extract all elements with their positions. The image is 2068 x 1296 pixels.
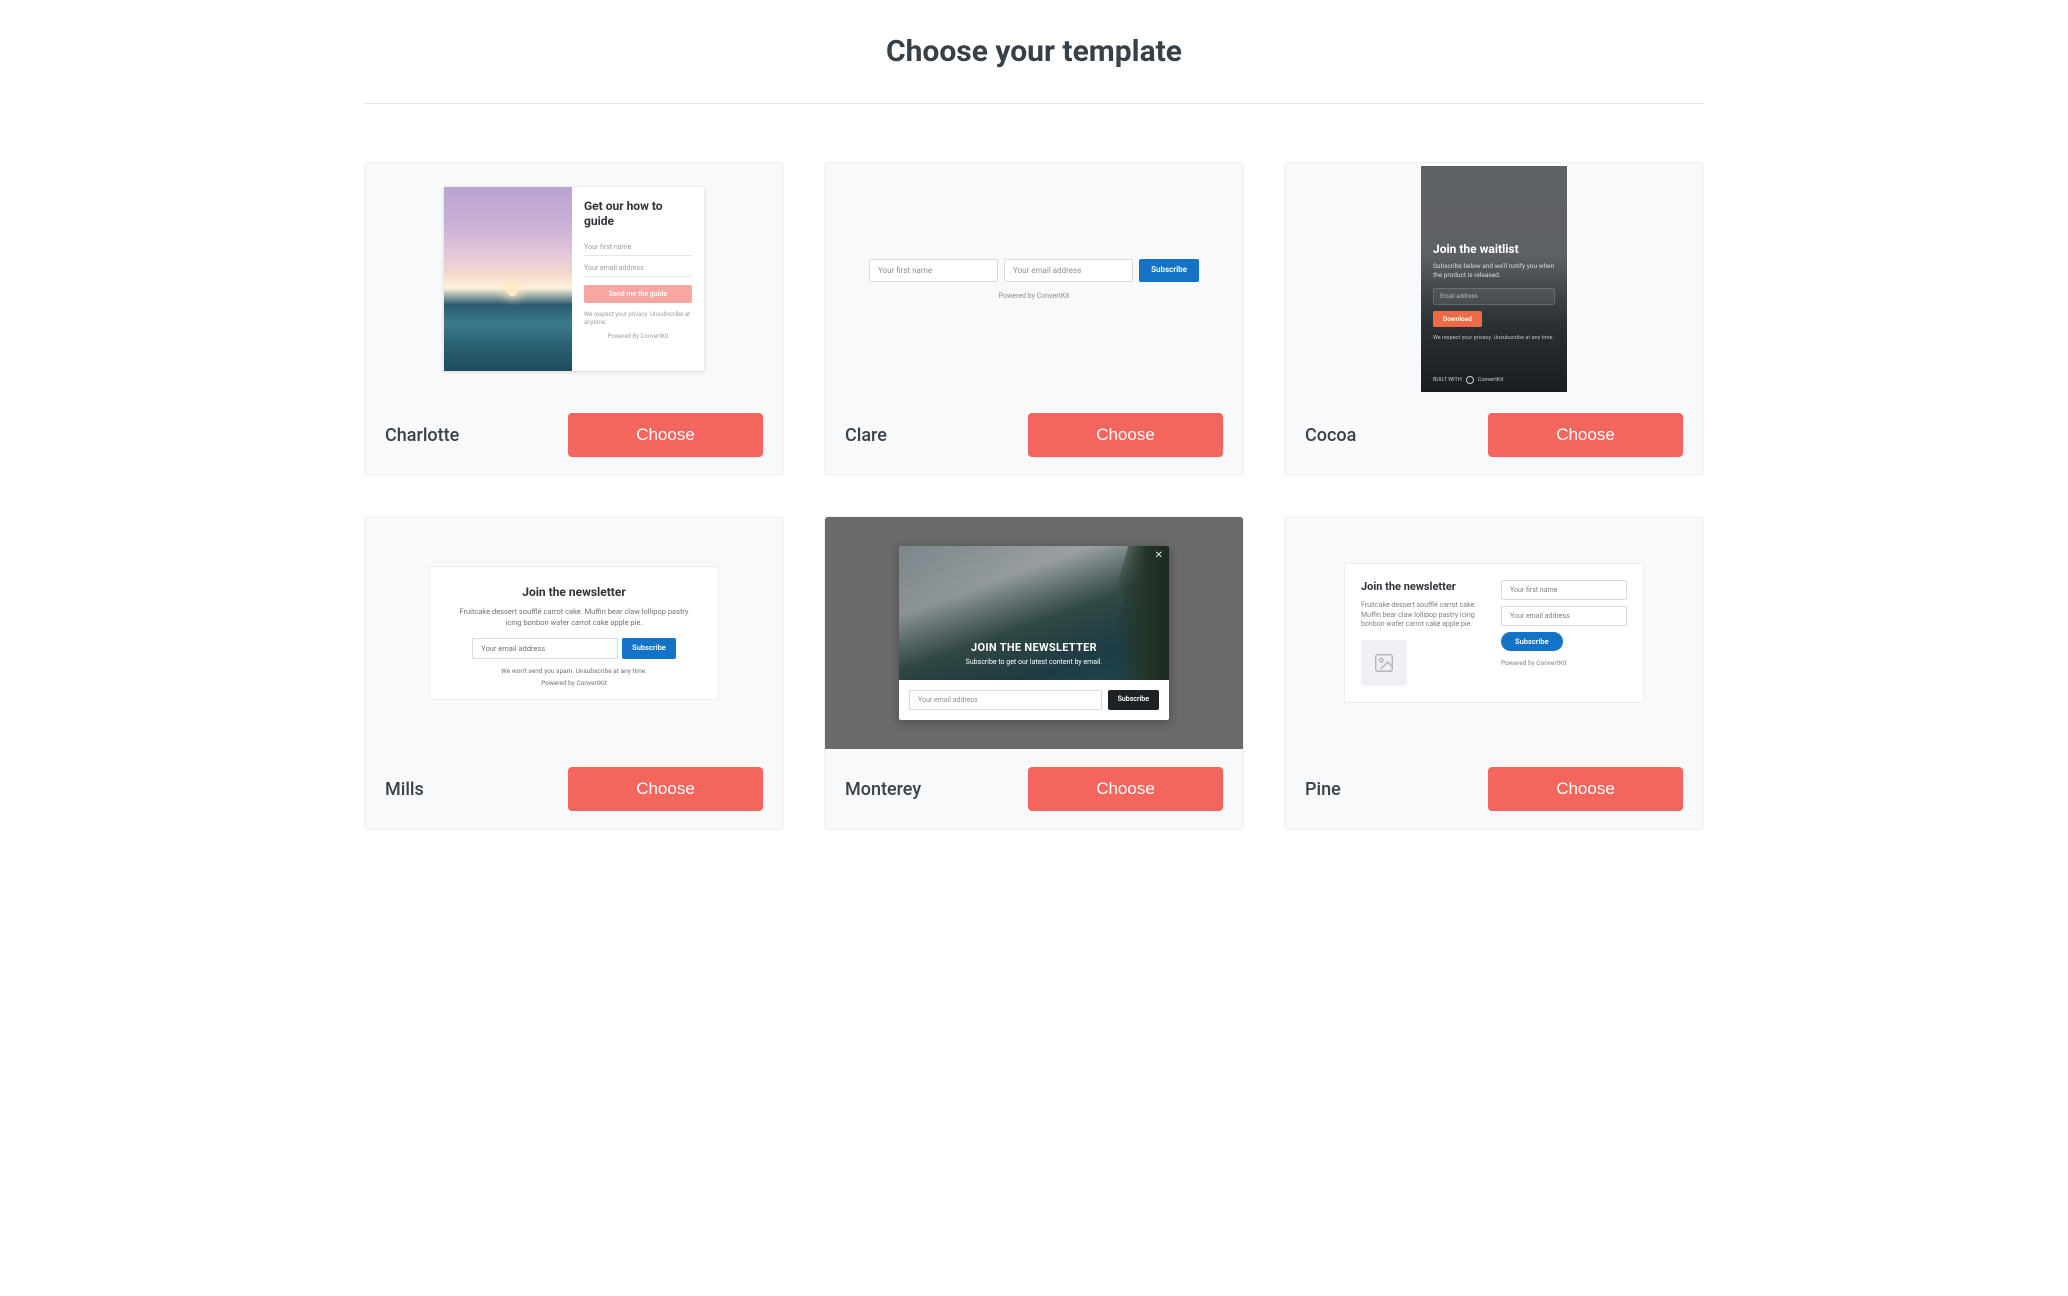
template-preview: Join the newsletter Fruitcake dessert so… [1285, 517, 1703, 749]
choose-button[interactable]: Choose [1028, 413, 1223, 457]
preview-input: Email address [1433, 288, 1555, 305]
preview-heading: JOIN THE NEWSLETTER [971, 641, 1097, 654]
preview-button: Send me the guide [584, 285, 692, 303]
preview-note: We respect your privacy. Unsubscribe at … [1433, 335, 1555, 341]
preview-heading: Join the newsletter [1361, 580, 1487, 593]
preview-note: We respect your privacy. Unsubscribe at … [584, 311, 692, 327]
preview-powered: Powered by ConvertKit [1501, 659, 1627, 667]
template-preview: Join the waitlist Subscribe below and we… [1285, 163, 1703, 395]
preview-powered: Powered by ConvertKit [869, 292, 1199, 300]
preview-input: Your email address [1004, 259, 1133, 282]
preview-image [1111, 546, 1169, 680]
template-grid: Get our how to guide Your first name You… [364, 162, 1704, 830]
template-card-mills: Join the newsletter Fruitcake dessert so… [364, 516, 784, 830]
preview-button: Subscribe [622, 638, 676, 659]
template-name: Mills [385, 779, 424, 800]
preview-subheading: Subscribe to get our latest content by e… [966, 658, 1103, 666]
template-preview: ✕ JOIN THE NEWSLETTER Subscribe to get o… [825, 517, 1243, 749]
choose-button[interactable]: Choose [568, 413, 763, 457]
preview-note: We won't send you spam. Unsubscribe at a… [452, 667, 696, 675]
preview-button: Subscribe [1501, 632, 1563, 651]
logo-icon [1466, 376, 1474, 384]
choose-button[interactable]: Choose [1488, 767, 1683, 811]
preview-heading: Join the waitlist [1433, 242, 1555, 256]
preview-heading: Get our how to guide [584, 199, 692, 229]
template-name: Pine [1305, 779, 1341, 800]
template-name: Monterey [845, 779, 921, 800]
preview-input: Your email address [584, 260, 692, 277]
template-card-cocoa: Join the waitlist Subscribe below and we… [1284, 162, 1704, 476]
template-card-pine: Join the newsletter Fruitcake dessert so… [1284, 516, 1704, 830]
preview-input: Your email address [1501, 606, 1627, 626]
close-icon: ✕ [1155, 550, 1163, 561]
preview-input: Your email address [472, 638, 618, 659]
template-name: Clare [845, 425, 887, 446]
preview-subheading: Subscribe below and we'll notify you whe… [1433, 262, 1555, 280]
preview-button: Subscribe [1139, 259, 1199, 282]
preview-input: Your first name [869, 259, 998, 282]
template-card-monterey: ✕ JOIN THE NEWSLETTER Subscribe to get o… [824, 516, 1244, 830]
choose-button[interactable]: Choose [568, 767, 763, 811]
preview-powered: Powered By ConvertKit [584, 333, 692, 340]
preview-image [444, 187, 572, 371]
choose-button[interactable]: Choose [1028, 767, 1223, 811]
template-preview: Your first name Your email address Subsc… [825, 163, 1243, 395]
preview-button: Download [1433, 311, 1482, 327]
preview-button: Subscribe [1108, 690, 1159, 710]
preview-powered: BUILT WITH ConvertKit [1433, 376, 1503, 384]
page-title: Choose your template [364, 20, 1704, 104]
template-name: Charlotte [385, 425, 459, 446]
template-card-clare: Your first name Your email address Subsc… [824, 162, 1244, 476]
template-preview: Get our how to guide Your first name You… [365, 163, 783, 395]
choose-button[interactable]: Choose [1488, 413, 1683, 457]
preview-heading: Join the newsletter [452, 585, 696, 599]
preview-input: Your first name [1501, 580, 1627, 600]
template-name: Cocoa [1305, 425, 1356, 446]
image-placeholder-icon [1361, 640, 1407, 686]
template-card-charlotte: Get our how to guide Your first name You… [364, 162, 784, 476]
template-preview: Join the newsletter Fruitcake dessert so… [365, 517, 783, 749]
preview-description: Fruitcake dessert soufflé carrot cake. M… [452, 607, 696, 628]
preview-description: Fruitcake dessert soufflé carrot cake. M… [1361, 601, 1487, 630]
preview-input: Your first name [584, 239, 692, 256]
preview-powered: Powered by ConvertKit [452, 679, 696, 687]
preview-input: Your email address [909, 690, 1102, 710]
